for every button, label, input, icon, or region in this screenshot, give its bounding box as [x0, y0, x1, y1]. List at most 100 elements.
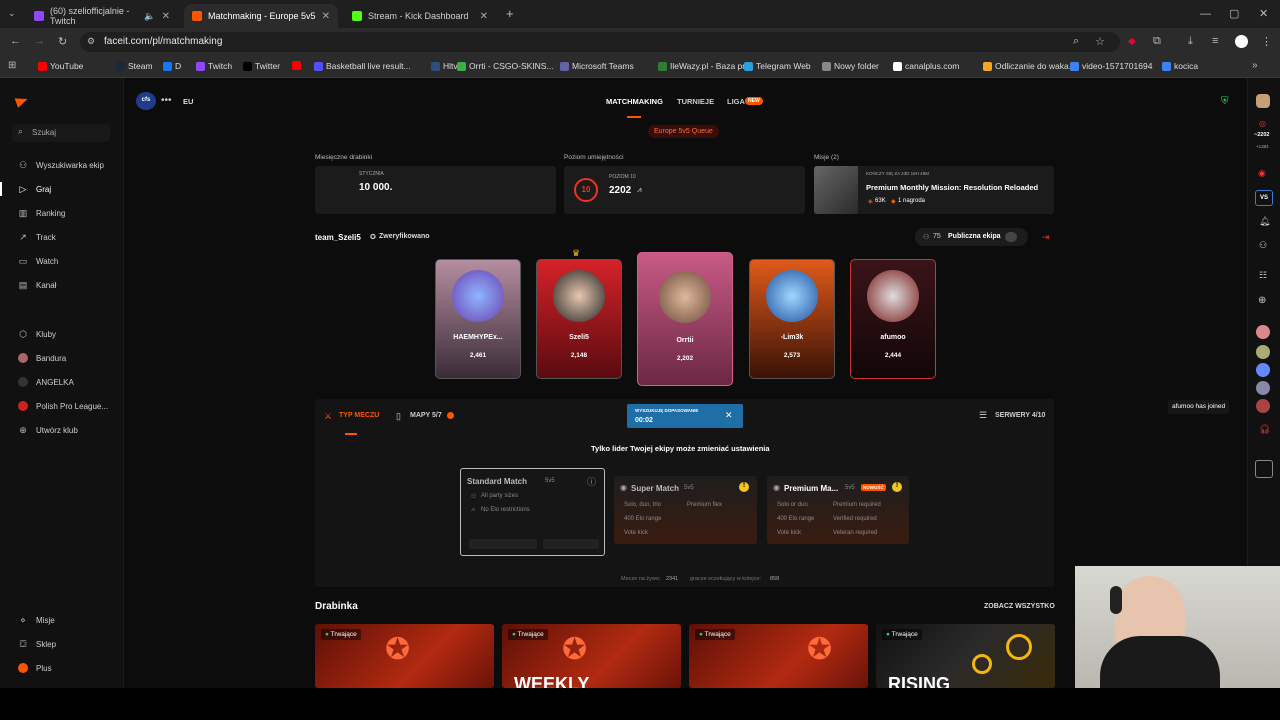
see-all-link[interactable]: ZOBACZ WSZYSTKO [984, 603, 1055, 610]
sidebar-item-missions[interactable]: ⋄ Misje [18, 615, 55, 626]
sidebar-item-club-bandura[interactable]: Bandura [18, 353, 66, 363]
tab-matchmaking[interactable]: Matchmaking - Europe 5v5 Qu ✕ [184, 4, 338, 28]
chip-icon[interactable] [1255, 460, 1273, 478]
bookmark-item[interactable]: Twitter [243, 61, 280, 71]
sidebar-item-club-ppl[interactable]: Polish Pro League... [18, 401, 108, 411]
nav-matchmaking[interactable]: MATCHMAKING [606, 97, 663, 106]
cancel-search-icon[interactable]: ✕ [725, 410, 733, 421]
skill-level-card[interactable] [564, 166, 805, 214]
toggle-switch[interactable] [1005, 232, 1017, 242]
region-label[interactable]: EU [183, 97, 193, 106]
speaker-icon[interactable]: 🔈 [144, 11, 155, 22]
bookmark-item[interactable]: Orrti - CSGO-SKINS... [457, 61, 554, 71]
extensions-puzzle-icon[interactable]: ⧉ [1153, 35, 1161, 48]
headset-icon[interactable]: 🎧︎ [1259, 424, 1270, 435]
vs-badge[interactable]: VS [1255, 190, 1273, 206]
tab-match-type[interactable]: TYP MECZU [339, 412, 379, 419]
sidebar-item-channel[interactable]: ▤ Kanał [18, 280, 57, 291]
player-card-self[interactable]: Orrtii 2,202 [637, 252, 733, 386]
monthly-ladders-card[interactable] [315, 166, 556, 214]
team-name[interactable]: team_Szeli5 [315, 233, 361, 242]
site-info-icon[interactable]: ⚙ [87, 36, 95, 47]
maximize-icon[interactable]: ▢ [1229, 7, 1239, 20]
org-badge[interactable]: cfs [136, 92, 156, 110]
bookmark-star-icon[interactable]: ☆ [1095, 35, 1105, 48]
sidebar-item-team-finder[interactable]: ⚇ Wyszukiwarka ekip [18, 160, 104, 171]
tab-twitch[interactable]: (60) szeliofficjalnie - Twitch 🔈 ✕ [26, 4, 178, 28]
download-icon[interactable]: ⤓ [1188, 35, 1193, 48]
sidebar-item-ranking[interactable]: ▥ Ranking [18, 208, 66, 219]
close-tab-icon[interactable]: ✕ [322, 11, 330, 22]
mode-card-standard[interactable]: Standard Match 5v5 ⓘ ⚇ All party sizes ⩘… [460, 468, 605, 556]
back-icon[interactable]: ← [10, 35, 21, 47]
extension-icon[interactable]: ◆ [1128, 36, 1136, 47]
mode-card-super[interactable]: ◉ Super Match 5v5 ! Solo, duo, trio Prem… [614, 476, 757, 544]
bookmark-item[interactable]: Twitch [196, 61, 232, 71]
player-card[interactable]: Szeli5 2,148 [536, 259, 622, 379]
user-avatar[interactable] [1256, 94, 1270, 108]
sidebar-item-watch[interactable]: ▭ Watch [18, 256, 59, 267]
chat-icon[interactable]: ☷ [1259, 270, 1267, 281]
bracket-card[interactable]: ● Trwające ✪ [315, 624, 494, 688]
tab-maps[interactable]: MAPY 5/7 [410, 412, 442, 419]
bookmark-item[interactable]: Basketball live result... [314, 61, 411, 71]
sidebar-item-plus[interactable]: Plus [18, 663, 52, 673]
menu-icon[interactable]: ⋮ [1261, 35, 1272, 48]
bell-icon[interactable]: 🔔︎ [1259, 216, 1270, 227]
bookmark-item[interactable]: Telegram Web [744, 61, 811, 71]
bookmark-item[interactable]: Microsoft Teams [560, 61, 634, 71]
more-bookmarks-icon[interactable]: » [1252, 60, 1258, 71]
shield-icon[interactable]: ⛨ [1221, 96, 1229, 107]
sidebar-search-input[interactable]: Szukaj [12, 124, 110, 142]
bookmark-item[interactable]: IleWazy.pl - Baza pr... [658, 61, 752, 71]
close-tab-icon[interactable]: ✕ [162, 11, 170, 22]
friend-avatar[interactable] [1256, 381, 1270, 395]
info-icon[interactable]: ⓘ [587, 475, 596, 488]
reload-icon[interactable]: ↻ [58, 35, 67, 48]
sidebar-item-club-angelka[interactable]: ANGELKA [18, 377, 74, 387]
nav-league[interactable]: LIGA [727, 97, 745, 106]
close-window-icon[interactable]: ✕ [1259, 7, 1268, 20]
bookmark-item[interactable]: video-1571701694 [1070, 61, 1152, 71]
sidebar-item-shop[interactable]: ⛋ Sklep [18, 639, 56, 650]
player-card[interactable]: -Lim3k 2,573 [749, 259, 835, 379]
bookmark-item[interactable]: Steam [116, 61, 153, 71]
profile-avatar[interactable] [1235, 35, 1248, 48]
friends-icon[interactable]: ⚇ [1259, 240, 1267, 251]
sidebar-item-create-club[interactable]: ⊕ Utwórz klub [18, 425, 78, 436]
bookmark-item[interactable]: Nowy folder [822, 61, 879, 71]
tab-kick[interactable]: Stream - Kick Dashboard ✕ [344, 4, 496, 28]
sidebar-item-track[interactable]: ↗ Track [18, 232, 55, 243]
party-ring-icon[interactable]: ◉ [1258, 168, 1266, 179]
nav-tournaments[interactable]: TURNIEJE [677, 97, 714, 106]
warning-icon[interactable]: ! [892, 482, 902, 492]
bookmark-item[interactable]: Odliczanie do waka... [983, 61, 1076, 71]
apps-grid-icon[interactable]: ⊞ [8, 60, 16, 71]
friend-avatar[interactable] [1256, 325, 1270, 339]
more-icon[interactable]: ••• [161, 95, 172, 106]
forward-icon[interactable]: → [34, 35, 45, 47]
media-icon[interactable]: ≡ [1212, 35, 1218, 47]
bookmark-item[interactable]: Hltv [431, 61, 458, 71]
sidebar-item-clubs[interactable]: ⬡ Kluby [18, 329, 56, 340]
bookmark-item[interactable]: canalplus.com [893, 61, 959, 71]
sidebar-item-play[interactable]: ▷ Graj [18, 184, 52, 195]
bracket-card[interactable]: ● Trwające RISING [876, 624, 1055, 688]
bookmark-item[interactable]: kocica [1162, 61, 1198, 71]
warning-icon[interactable]: ! [739, 482, 749, 492]
bracket-card[interactable]: ● Trwające ✪ WEEKLY [502, 624, 681, 688]
zoom-icon[interactable]: ⌕ [1073, 35, 1079, 48]
mode-card-premium[interactable]: ◉ Premium Ma... 5v5 NOWOŚĆ ! Solo or duo… [767, 476, 909, 544]
url-field[interactable]: faceit.com/pl/matchmaking [80, 32, 1120, 52]
friend-avatar[interactable] [1256, 363, 1270, 377]
bookmark-item[interactable]: YouTube [38, 61, 83, 71]
bookmark-item[interactable]: D [163, 61, 181, 71]
bracket-card[interactable]: ● Trwające ✪ [689, 624, 868, 688]
friend-avatar[interactable] [1256, 345, 1270, 359]
player-card[interactable]: HAEMHYPEx... 2,461 [435, 259, 521, 379]
player-card[interactable]: afumoo 2,444 [850, 259, 936, 379]
leave-team-icon[interactable]: ⇥ [1042, 232, 1050, 243]
minimize-icon[interactable]: — [1200, 8, 1211, 20]
friend-avatar[interactable] [1256, 399, 1270, 413]
close-tab-icon[interactable]: ✕ [480, 11, 488, 22]
